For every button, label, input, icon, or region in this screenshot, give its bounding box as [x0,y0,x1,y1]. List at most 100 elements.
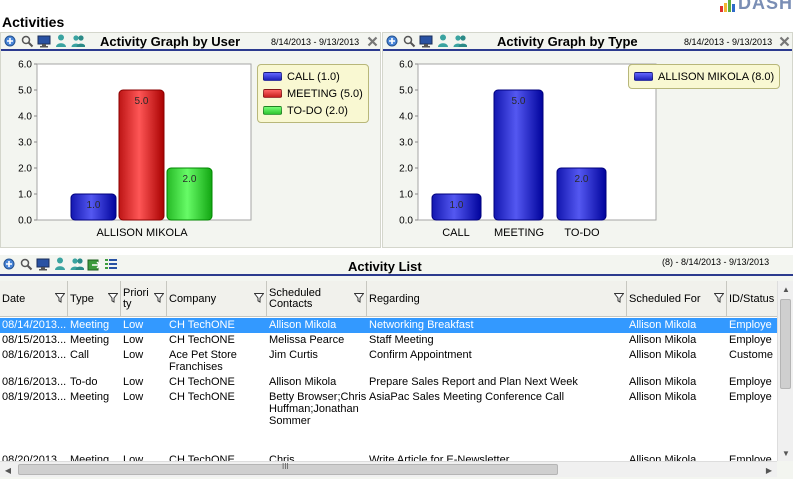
filter-icon[interactable] [614,293,624,303]
table-row[interactable]: 08/15/2013... Meeting Low CH TechONE Melissa… [0,333,778,348]
column-header[interactable]: Type [68,281,121,317]
table-cell: Meeting [70,334,110,346]
column-header-label: Scheduled For [629,292,701,305]
table-cell: Low [123,334,144,346]
table-cell: Call [70,349,89,361]
page-title: Activities [2,14,65,30]
y-tick-label: 5.0 [399,86,413,97]
column-header[interactable]: Scheduled Contacts [267,281,367,317]
list-icon[interactable] [104,257,118,271]
scroll-down-icon[interactable]: ▼ [778,445,793,461]
table-row[interactable]: 08/19/2013... Meeting Low CH TechONE Betty B… [0,390,778,453]
close-icon[interactable] [366,35,379,48]
table-cell: Meeting [70,454,110,461]
users-icon[interactable] [70,257,84,271]
horizontal-scrollbar[interactable]: ◀ III ▶ [0,461,777,477]
x-category-label: CALL [442,227,470,239]
filter-icon[interactable] [108,293,118,303]
bar-data-label: 1.0 [87,200,101,211]
bar [118,89,165,221]
graph-by-user-panel: Activity Graph by User 8/14/2013 - 9/13/… [0,32,381,248]
monitor-icon[interactable] [419,34,433,48]
column-header[interactable]: Regarding [367,281,627,317]
scroll-left-icon[interactable]: ◀ [0,462,16,478]
table-cell: 08/14/2013... [2,319,67,331]
table-cell: 08/16/2013... [2,376,67,388]
add-icon[interactable] [2,257,16,271]
column-header[interactable]: Date [0,281,68,317]
monitor-icon[interactable] [37,34,51,48]
legend-item: TO-DO (2.0) [263,102,363,119]
graph-by-type-dates: 8/14/2013 - 9/13/2013 [684,37,773,47]
filter-icon[interactable] [354,293,364,303]
legend-swatch [634,72,653,81]
table-cell: AsiaPac Sales Meeting Conference Call [369,391,565,403]
close-icon[interactable] [778,35,791,48]
y-tick-label: 6.0 [399,60,413,71]
scroll-grip: III [282,462,289,471]
column-header[interactable]: Company [167,281,267,317]
column-header-label: Scheduled Contacts [269,287,321,310]
activity-list-toolbar: Activity List (8) - 8/14/2013 - 9/13/201… [0,255,793,276]
bar-data-label: 5.0 [512,96,526,107]
vertical-scrollbar[interactable]: ▲ ▼ [777,281,793,461]
search-icon[interactable] [402,34,416,48]
activity-list-grid: Date Type Priori ty Company Scheduled Contac… [0,281,778,461]
search-icon[interactable] [20,34,34,48]
add-icon[interactable] [3,34,17,48]
table-row[interactable]: 08/20/2013... Meeting Low CH TechONE Chris Wr… [0,453,778,461]
table-cell: Jim Curtis [269,349,318,361]
column-header-label: Type [70,292,94,305]
column-header-label: Company [169,292,217,305]
table-cell: Meeting [70,319,110,331]
monitor-icon[interactable] [36,257,50,271]
x-category-label: MEETING [494,227,544,239]
filter-icon[interactable] [154,293,164,303]
user-icon[interactable] [54,34,68,48]
table-cell: Allison Mikola [629,376,697,388]
table-row[interactable]: 08/16/2013... To-do Low CH TechONE Allison M… [0,375,778,390]
user-icon[interactable] [53,257,67,271]
brand-text: DASH [737,0,793,13]
brand-bars-icon [719,0,735,12]
table-cell: Allison Mikola [269,376,337,388]
y-tick-label: 3.0 [399,138,413,149]
export-icon[interactable] [87,257,101,271]
add-icon[interactable] [385,34,399,48]
table-cell: Low [123,319,144,331]
table-cell: Employe [729,319,772,331]
scroll-right-icon[interactable]: ▶ [761,462,777,478]
legend-label: TO-DO (2.0) [287,104,348,117]
table-cell: Melissa Pearce [269,334,345,346]
graph-by-type-toolbar: Activity Graph by Type 8/14/2013 - 9/13/… [383,33,792,51]
user-icon[interactable] [436,34,450,48]
table-row[interactable]: 08/16/2013... Call Low Ace Pet Store Franch… [0,348,778,375]
search-icon[interactable] [19,257,33,271]
table-cell: Low [123,376,144,388]
y-tick-label: 0.0 [18,216,32,227]
y-tick-label: 1.0 [18,190,32,201]
column-header[interactable]: Scheduled For [627,281,727,317]
table-cell: Betty Browser;Chris Huffman;Jonathan Som… [269,391,367,427]
graph-by-user-dates: 8/14/2013 - 9/13/2013 [271,37,360,47]
users-icon[interactable] [71,34,85,48]
table-cell: Custome [729,349,774,361]
filter-icon[interactable] [714,293,724,303]
y-tick-label: 3.0 [18,138,32,149]
scroll-up-icon[interactable]: ▲ [778,281,793,297]
filter-icon[interactable] [254,293,264,303]
table-row[interactable]: 08/14/2013... Meeting Low CH TechONE Allison… [0,318,778,333]
users-icon[interactable] [453,34,467,48]
filter-icon[interactable] [55,293,65,303]
table-cell: Allison Mikola [629,319,697,331]
legend-label: MEETING (5.0) [287,87,363,100]
column-header[interactable]: Priori ty [121,281,167,317]
column-header-label: Regarding [369,292,420,305]
grid-header: Date Type Priori ty Company Scheduled Contac… [0,281,778,317]
table-cell: 08/20/2013... [2,454,67,461]
vertical-scroll-thumb[interactable] [780,299,791,389]
table-cell: Staff Meeting [369,334,434,346]
legend-label: ALLISON MIKOLA (8.0) [658,70,775,83]
column-header[interactable]: ID/Status [727,281,778,317]
column-header-label: ID/Status [729,292,775,305]
